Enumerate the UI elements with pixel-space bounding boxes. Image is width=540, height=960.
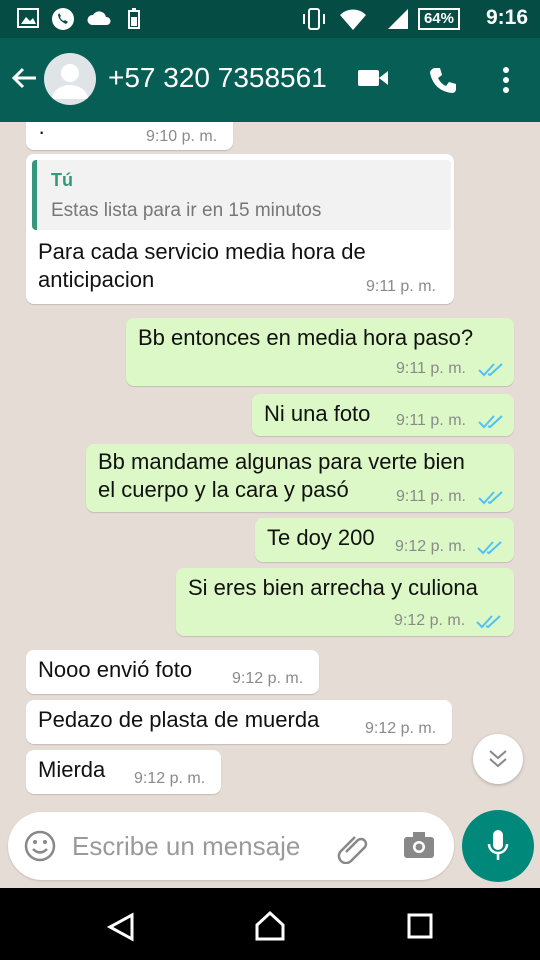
voice-message-button[interactable] — [462, 810, 534, 882]
message-time: 9:12 p. m. — [365, 720, 437, 737]
message-bubble-incoming[interactable]: Mierda 9:12 p. m. — [26, 750, 221, 794]
message-bubble-incoming[interactable]: Nooo envió foto 9:12 p. m. — [26, 650, 319, 694]
emoji-icon[interactable] — [24, 830, 56, 862]
system-nav-bar — [0, 888, 540, 960]
message-text: Te doy 200 — [267, 525, 375, 550]
message-text-line: anticipacion — [38, 267, 155, 292]
cloud-icon — [87, 11, 111, 25]
back-arrow-icon[interactable] — [10, 66, 38, 90]
signal-icon — [388, 9, 408, 29]
message-text: Pedazo de plasta de muerda — [38, 707, 320, 732]
attach-icon[interactable] — [336, 830, 370, 864]
read-ticks-icon — [478, 363, 503, 377]
message-bubble-outgoing[interactable]: Ni una foto 9:11 p. m. — [252, 394, 514, 436]
video-call-icon[interactable] — [356, 66, 390, 90]
message-input[interactable]: Escribe un mensaje — [72, 831, 300, 862]
contact-name[interactable]: +57 320 7358561 — [108, 62, 327, 94]
message-text: Si eres bien arrecha y culiona — [188, 575, 478, 600]
phone-icon[interactable] — [428, 66, 458, 96]
message-time: 9:11 p. m. — [396, 488, 466, 505]
scroll-down-icon — [489, 750, 507, 768]
battery-level: 64% — [417, 8, 460, 30]
avatar-icon — [52, 64, 88, 99]
status-time: 9:16 — [485, 6, 528, 29]
wifi-icon — [340, 9, 366, 30]
message-bubble-outgoing[interactable]: Te doy 200 9:12 p. m. — [255, 518, 514, 562]
message-time: 9:11 p. m. — [396, 412, 466, 429]
message-text: Mierda — [38, 757, 106, 782]
message-bubble-outgoing[interactable]: Bb entonces en media hora paso? 9:11 p. … — [126, 318, 514, 386]
message-time: 9:12 p. m. — [134, 770, 206, 787]
avatar[interactable] — [44, 53, 96, 105]
scroll-down-button[interactable] — [473, 734, 523, 784]
message-time: 9:12 p. m. — [394, 612, 466, 629]
chat-header: +57 320 7358561 — [0, 38, 540, 122]
nav-back-icon[interactable] — [106, 912, 136, 942]
more-vert-icon[interactable] — [500, 66, 512, 94]
message-time: 9:11 p. m. — [366, 278, 436, 295]
status-bar: 64% 9:16 — [0, 0, 540, 38]
message-time: 9:12 p. m. — [232, 670, 304, 687]
quoted-message[interactable]: Tú Estas lista para ir en 15 minutos — [32, 160, 451, 230]
message-input-bar[interactable]: Escribe un mensaje — [8, 812, 454, 880]
read-ticks-icon — [478, 491, 503, 505]
read-ticks-icon — [478, 415, 503, 429]
message-time: 9:12 p. m. — [395, 538, 467, 555]
message-text: Ni una foto — [264, 401, 371, 426]
message-bubble-outgoing[interactable]: Si eres bien arrecha y culiona 9:12 p. m… — [176, 568, 514, 636]
image-icon — [17, 8, 39, 28]
message-bubble-incoming[interactable]: · 9:10 p. m. — [26, 122, 233, 150]
battery-saver-icon — [128, 8, 140, 29]
message-text: · — [38, 122, 46, 144]
nav-home-icon[interactable] — [254, 910, 286, 942]
message-text: Nooo envió foto — [38, 657, 193, 682]
camera-icon[interactable] — [402, 830, 436, 860]
message-text-line: el cuerpo y la cara y pasó — [98, 477, 349, 502]
message-text-line: Bb mandame algunas para verte bien — [98, 449, 465, 474]
message-bubble-incoming[interactable]: Tú Estas lista para ir en 15 minutos Par… — [26, 154, 454, 304]
chat-area[interactable]: · 9:10 p. m. Tú Estas lista para ir en 1… — [0, 122, 540, 810]
message-text: Bb entonces en media hora paso? — [138, 325, 474, 350]
mic-icon — [487, 830, 509, 860]
message-text-line: Para cada servicio media hora de — [38, 239, 366, 264]
quote-text: Estas lista para ir en 15 minutos — [51, 200, 322, 221]
message-bubble-outgoing[interactable]: Bb mandame algunas para verte bien el cu… — [86, 444, 514, 512]
read-ticks-icon — [477, 541, 502, 555]
read-ticks-icon — [476, 615, 501, 629]
whatsapp-icon — [52, 8, 74, 30]
message-time: 9:10 p. m. — [146, 128, 218, 145]
message-bubble-incoming[interactable]: Pedazo de plasta de muerda 9:12 p. m. — [26, 700, 452, 744]
vibrate-icon — [303, 8, 325, 30]
quote-author: Tú — [51, 170, 73, 190]
message-time: 9:11 p. m. — [396, 360, 466, 377]
nav-recents-icon[interactable] — [406, 912, 434, 940]
